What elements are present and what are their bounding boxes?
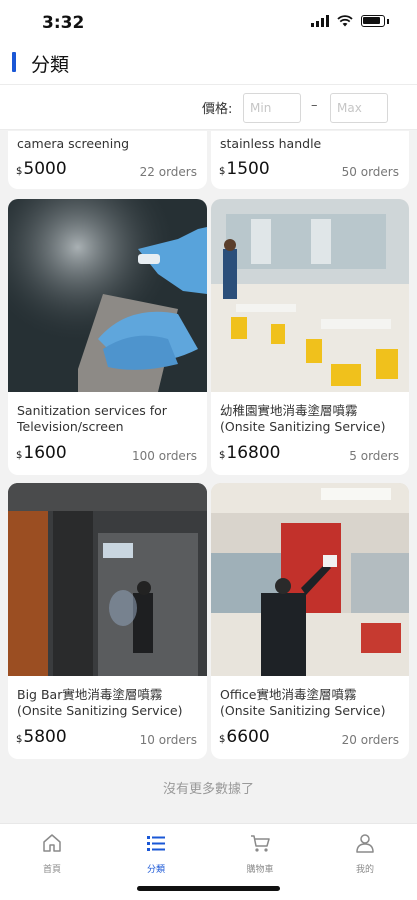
product-title: Big Bar實地消毒塗層噴霧 (Onsite Sanitizing Servi… <box>17 687 183 718</box>
order-count: 100 orders <box>132 449 197 463</box>
battery-icon <box>361 15 385 27</box>
signal-icon <box>311 15 329 27</box>
price-filter: 價格: – <box>0 84 417 130</box>
price-min-input[interactable] <box>243 93 301 123</box>
list-end-text: 沒有更多數據了 <box>162 782 254 797</box>
home-indicator <box>137 886 280 891</box>
currency-symbol: $ <box>219 450 226 461</box>
product-title: camera screening <box>17 136 130 151</box>
product-list[interactable]: camera screening $5000 22 orders stainle… <box>0 131 417 823</box>
product-photo-office <box>211 483 409 676</box>
tab-label: 購物車 <box>246 865 274 875</box>
price-value: 6600 <box>226 727 270 747</box>
product-photo-sanitize-screen <box>8 199 207 392</box>
status-time: 3:32 <box>42 13 85 33</box>
tab-category[interactable]: 分類 <box>116 832 196 875</box>
cart-icon <box>251 835 270 852</box>
product-image <box>211 199 409 392</box>
order-count: 50 orders <box>341 165 399 179</box>
price-value: 1500 <box>226 159 270 179</box>
status-bar: 3:32 <box>0 0 417 46</box>
product-price: $5000 <box>16 159 67 179</box>
product-title: 幼稚園實地消毒塗層噴霧 (Onsite Sanitizing Service) <box>220 403 386 434</box>
tab-label: 分類 <box>146 865 165 875</box>
tab-cart[interactable]: 購物車 <box>220 832 300 875</box>
product-price: $16800 <box>219 443 280 463</box>
product-price: $6600 <box>219 727 270 747</box>
product-card[interactable]: 幼稚園實地消毒塗層噴霧 (Onsite Sanitizing Service) … <box>211 199 409 475</box>
home-icon <box>43 834 61 852</box>
product-title: Office實地消毒塗層噴霧 (Onsite Sanitizing Servic… <box>220 687 386 718</box>
list-icon <box>147 836 165 851</box>
order-count: 20 orders <box>341 733 399 747</box>
product-card[interactable]: Sanitization services for Television/scr… <box>8 199 207 475</box>
product-image <box>211 483 409 676</box>
product-card[interactable]: Big Bar實地消毒塗層噴霧 (Onsite Sanitizing Servi… <box>8 483 207 759</box>
order-count: 22 orders <box>139 165 197 179</box>
price-max-input[interactable] <box>330 93 388 123</box>
currency-symbol: $ <box>16 734 23 745</box>
product-photo-kindergarten <box>211 199 409 392</box>
tab-label: 首頁 <box>42 865 61 875</box>
order-count: 5 orders <box>349 449 399 463</box>
currency-symbol: $ <box>219 166 226 177</box>
price-value: 5000 <box>23 159 67 179</box>
battery-nub <box>387 18 389 24</box>
tab-label: 我的 <box>355 865 374 875</box>
product-price: $5800 <box>16 727 67 747</box>
product-price: $1500 <box>219 159 270 179</box>
product-title: Sanitization services for Television/scr… <box>17 403 167 434</box>
currency-symbol: $ <box>16 166 23 177</box>
product-image <box>8 199 207 392</box>
product-title: stainless handle <box>220 136 322 151</box>
order-count: 10 orders <box>139 733 197 747</box>
product-card[interactable]: camera screening $5000 22 orders <box>8 131 207 189</box>
price-value: 16800 <box>226 443 281 463</box>
price-dash: – <box>311 98 318 113</box>
product-card[interactable]: Office實地消毒塗層噴霧 (Onsite Sanitizing Servic… <box>211 483 409 759</box>
header-accent-bar <box>12 52 16 72</box>
page-header: 分類 <box>0 46 417 84</box>
product-image <box>8 483 207 676</box>
price-value: 5800 <box>23 727 67 747</box>
product-price: $1600 <box>16 443 67 463</box>
currency-symbol: $ <box>219 734 226 745</box>
product-photo-bar <box>8 483 207 676</box>
page-title: 分類 <box>31 54 70 76</box>
tab-home[interactable]: 首頁 <box>12 832 92 875</box>
wifi-icon <box>337 15 353 27</box>
person-icon <box>356 834 374 853</box>
status-icons <box>311 15 389 27</box>
tab-profile[interactable]: 我的 <box>325 832 405 875</box>
currency-symbol: $ <box>16 450 23 461</box>
price-label: 價格: <box>202 102 233 117</box>
price-value: 1600 <box>23 443 67 463</box>
product-card[interactable]: stainless handle $1500 50 orders <box>211 131 409 189</box>
